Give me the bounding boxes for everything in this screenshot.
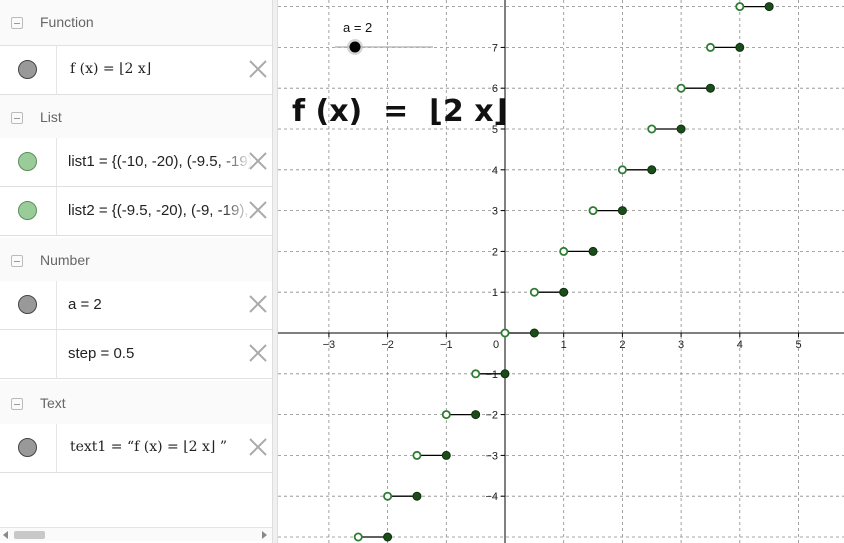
slider-handle[interactable]: [349, 41, 361, 53]
algebra-row-list1[interactable]: list1 = {(-10, -20), (-9.5, -19), (-9, -…: [0, 138, 272, 187]
algebra-expression[interactable]: text1 = “f (x) = ⌊2 x⌋ ”: [70, 439, 227, 455]
marble-cell: [0, 281, 57, 329]
open-point[interactable]: [353, 532, 363, 542]
y-tick-label: 7: [492, 42, 498, 54]
category-label: Text: [40, 395, 66, 411]
marble-cell: [0, 330, 57, 378]
closed-point[interactable]: [588, 246, 598, 256]
y-tick-label: 1: [492, 287, 498, 299]
y-tick-label: 2: [492, 246, 498, 258]
slider-label: a = 2: [343, 20, 372, 35]
delete-icon[interactable]: [247, 150, 269, 172]
open-point[interactable]: [705, 42, 715, 52]
horizontal-scrollbar[interactable]: [0, 527, 272, 541]
collapse-icon[interactable]: [11, 255, 23, 267]
x-tick-label: 5: [795, 339, 801, 351]
closed-point[interactable]: [441, 450, 451, 460]
scrollbar-thumb[interactable]: [14, 531, 45, 539]
x-tick-label: 4: [737, 339, 743, 351]
algebra-expression[interactable]: a = 2: [68, 296, 102, 313]
delete-icon[interactable]: [247, 436, 269, 458]
y-tick-label: −4: [485, 491, 498, 503]
x-tick-label: 2: [619, 339, 625, 351]
collapse-icon[interactable]: [11, 398, 23, 410]
algebra-row-a[interactable]: a = 2: [0, 281, 272, 330]
algebra-expression[interactable]: f (x) = ⌊2 x⌋: [70, 61, 151, 77]
category-label: Function: [40, 14, 94, 30]
delete-icon[interactable]: [247, 293, 269, 315]
algebra-view: Function f (x) = ⌊2 x⌋ List list1 = {(-1…: [0, 0, 272, 543]
closed-point[interactable]: [412, 491, 422, 501]
closed-point[interactable]: [647, 165, 657, 175]
category-function[interactable]: Function: [0, 0, 272, 46]
category-label: Number: [40, 252, 90, 268]
closed-point[interactable]: [529, 328, 539, 338]
open-point[interactable]: [471, 369, 481, 379]
closed-point[interactable]: [500, 369, 510, 379]
closed-point[interactable]: [705, 83, 715, 93]
algebra-row-step[interactable]: step = 0.5: [0, 330, 272, 379]
x-tick-label: −2: [381, 339, 394, 351]
visibility-toggle-icon[interactable]: [18, 60, 37, 79]
visibility-toggle-icon[interactable]: [18, 201, 37, 220]
open-point[interactable]: [529, 287, 539, 297]
open-point[interactable]: [735, 2, 745, 12]
open-point[interactable]: [647, 124, 657, 134]
visibility-toggle-icon[interactable]: [18, 152, 37, 171]
x-tick-label: 1: [561, 339, 567, 351]
algebra-row-text1[interactable]: text1 = “f (x) = ⌊2 x⌋ ”: [0, 424, 272, 473]
algebra-row-list2[interactable]: list2 = {(-9.5, -20), (-9, -19), (-8.5, …: [0, 187, 272, 236]
slider-a[interactable]: a = 2: [335, 20, 433, 55]
graphics-canvas[interactable]: −3 −2 −1 0 1 2 3 4 57654321−1−2−3−4 a = 2 f (x) …: [278, 0, 844, 543]
x-tick-label: −3: [323, 339, 336, 351]
marble-cell: [0, 187, 57, 235]
closed-point[interactable]: [383, 532, 393, 542]
open-point[interactable]: [617, 165, 627, 175]
open-point[interactable]: [559, 246, 569, 256]
y-tick-label: −3: [485, 450, 498, 462]
category-label: List: [40, 109, 62, 125]
marble-cell: [0, 46, 57, 94]
closed-point[interactable]: [735, 42, 745, 52]
open-point[interactable]: [500, 328, 510, 338]
x-tick-label: 0: [493, 339, 499, 351]
visibility-toggle-icon[interactable]: [18, 438, 37, 457]
scroll-right-icon[interactable]: [262, 531, 267, 539]
closed-point[interactable]: [471, 410, 481, 420]
marble-cell: [0, 424, 57, 472]
category-list[interactable]: List: [0, 95, 272, 141]
algebra-expression[interactable]: step = 0.5: [68, 345, 134, 362]
delete-icon[interactable]: [247, 58, 269, 80]
marble-cell: [0, 138, 57, 186]
scroll-left-icon[interactable]: [3, 531, 8, 539]
algebra-row-f[interactable]: f (x) = ⌊2 x⌋: [0, 46, 272, 95]
open-point[interactable]: [676, 83, 686, 93]
closed-point[interactable]: [764, 2, 774, 12]
x-tick-label: 3: [678, 339, 684, 351]
open-point[interactable]: [588, 206, 598, 216]
open-point[interactable]: [441, 410, 451, 420]
open-point[interactable]: [412, 450, 422, 460]
y-tick-label: 3: [492, 206, 498, 218]
collapse-icon[interactable]: [11, 17, 23, 29]
collapse-icon[interactable]: [11, 112, 23, 124]
axes: [278, 0, 844, 543]
y-tick-label: −1: [485, 369, 498, 381]
open-point[interactable]: [383, 491, 393, 501]
grid: [278, 0, 844, 543]
visibility-toggle-icon[interactable]: [18, 295, 37, 314]
closed-point[interactable]: [676, 124, 686, 134]
category-text[interactable]: Text: [0, 381, 272, 427]
closed-point[interactable]: [559, 287, 569, 297]
category-number[interactable]: Number: [0, 238, 272, 284]
y-tick-label: 4: [492, 165, 498, 177]
graphics-view[interactable]: −3 −2 −1 0 1 2 3 4 5 7 6 5 4 3 2 1 −1 −2 −3 −4 a = 2 f (x) …: [278, 0, 844, 543]
closed-point[interactable]: [617, 206, 627, 216]
delete-icon[interactable]: [247, 342, 269, 364]
y-tick-label: −2: [485, 410, 498, 422]
delete-icon[interactable]: [247, 199, 269, 221]
x-tick-label: −1: [440, 339, 453, 351]
formula-text[interactable]: f (x) = ⌊2 x⌋: [292, 94, 507, 129]
